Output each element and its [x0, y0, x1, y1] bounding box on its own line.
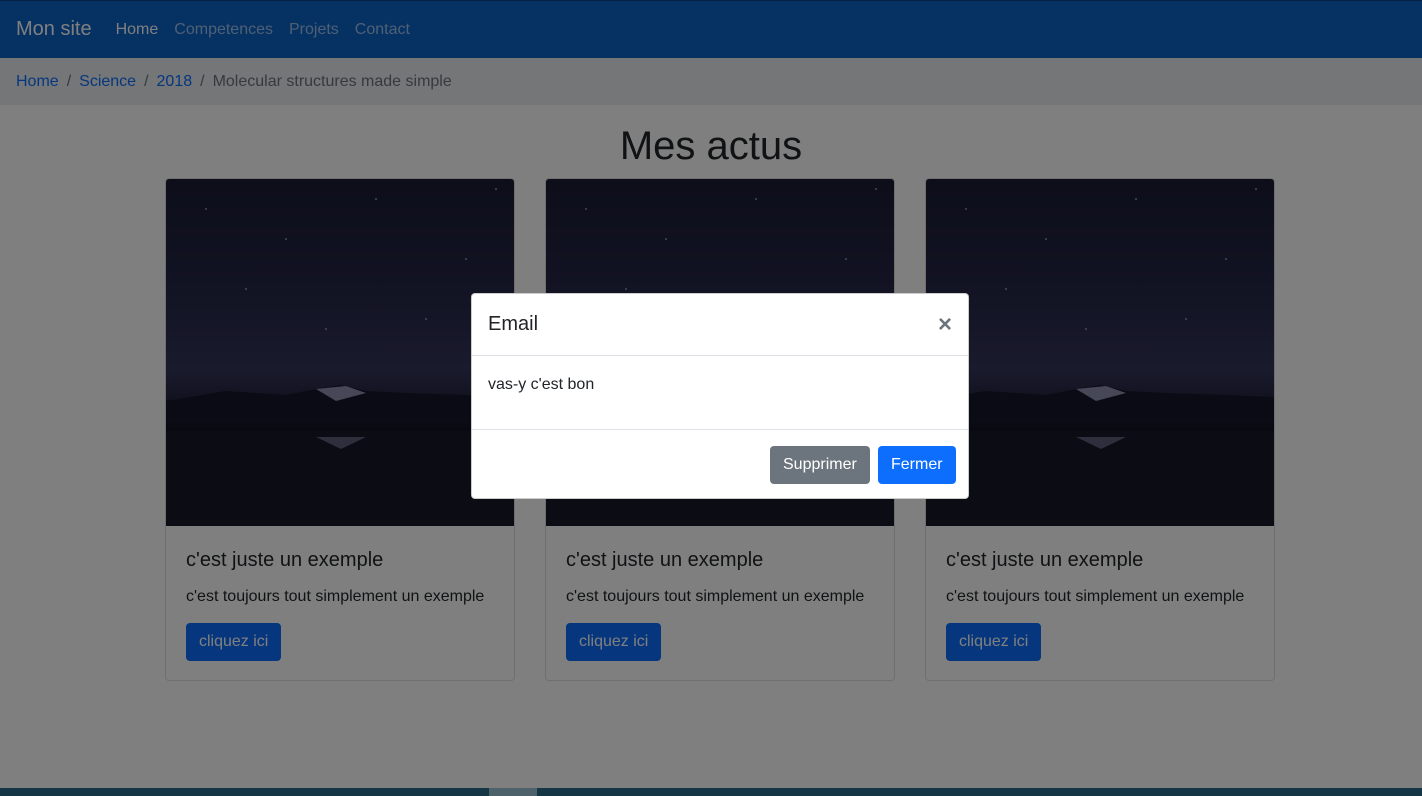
modal-footer: Supprimer Fermer [472, 429, 968, 499]
supprimer-button[interactable]: Supprimer [770, 446, 870, 484]
close-icon[interactable]: × [938, 312, 952, 337]
fermer-button[interactable]: Fermer [878, 446, 956, 484]
modal-header: Email × [472, 294, 968, 356]
modal-title: Email [488, 313, 539, 335]
modal-body: vas-y c'est bon [488, 376, 595, 393]
email-modal: Email × vas-y c'est bon Supprimer Fermer [471, 293, 969, 499]
